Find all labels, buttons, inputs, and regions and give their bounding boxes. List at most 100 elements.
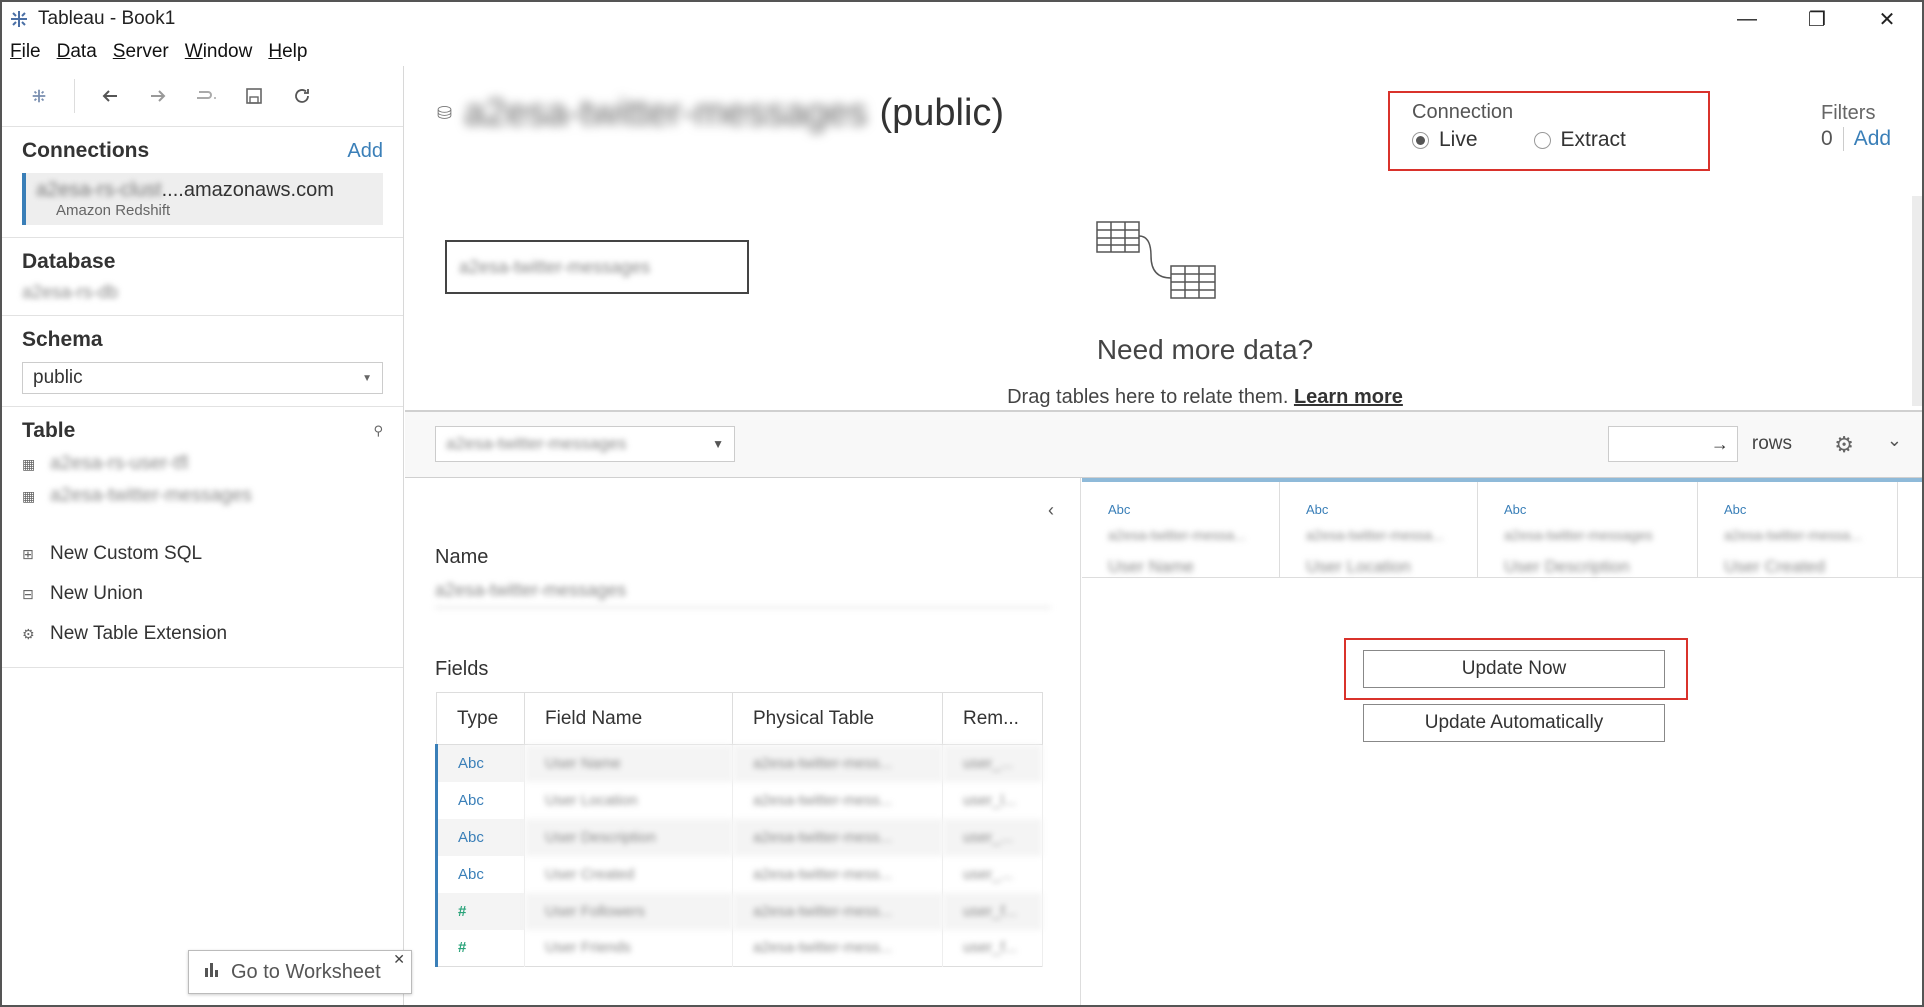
forward-arrow-icon[interactable] xyxy=(145,83,171,109)
table-heading: Table xyxy=(22,419,76,442)
extract-radio[interactable]: Extract xyxy=(1533,128,1626,152)
back-arrow-icon[interactable] xyxy=(97,83,123,109)
tableau-home-icon[interactable] xyxy=(26,83,52,109)
string-type-icon[interactable]: Abc xyxy=(1108,502,1279,517)
search-icon[interactable]: ⚲ xyxy=(373,423,383,439)
go-to-worksheet-tooltip[interactable]: Go to Worksheet ✕ xyxy=(188,950,412,994)
menu-window[interactable]: Window xyxy=(185,41,253,63)
connection-type-group: Connection Live Extract xyxy=(1388,91,1710,171)
number-type-icon[interactable]: # xyxy=(435,929,525,967)
table-dropdown[interactable]: a2esa-twitter-messages ▼ xyxy=(435,426,735,462)
string-type-icon[interactable]: Abc xyxy=(435,855,525,893)
column-source: a2esa-twitter-messa... xyxy=(1724,527,1862,543)
need-more-data-heading: Need more data? xyxy=(1096,334,1314,365)
table-row[interactable]: Abc User Name a2esa-twitter-mess... user… xyxy=(435,744,1043,782)
schema-section: Schema public ▼ xyxy=(2,315,403,406)
grid-toolbar: a2esa-twitter-messages ▼ → rows ⚙ ⌄ xyxy=(405,410,1922,478)
gear-icon[interactable]: ⚙ xyxy=(1834,432,1854,458)
canvas-table-name: a2esa-twitter-messages xyxy=(459,256,651,277)
refresh-icon[interactable] xyxy=(289,83,315,109)
table-row[interactable]: # User Followers a2esa-twitter-mess... u… xyxy=(435,892,1043,930)
column-header-field-name[interactable]: Field Name xyxy=(524,692,733,745)
data-grid: Abc a2esa-twitter-messa... User Name Abc… xyxy=(1082,478,1922,1005)
redo-icon[interactable] xyxy=(193,83,219,109)
schema-dropdown[interactable]: public ▼ xyxy=(22,362,383,394)
update-now-button[interactable]: Update Now xyxy=(1363,650,1665,688)
string-type-icon[interactable]: Abc xyxy=(1306,502,1477,517)
table-list-item[interactable]: ▦ a2esa-rs-user-tfl xyxy=(22,453,383,475)
schema-value: public xyxy=(33,367,83,388)
name-field[interactable]: a2esa-twitter-messages xyxy=(435,576,1051,608)
new-union-item[interactable]: ⊟ New Union xyxy=(22,583,383,605)
update-automatically-button[interactable]: Update Automatically xyxy=(1363,704,1665,742)
menu-file[interactable]: File xyxy=(10,41,41,63)
new-table-extension-item[interactable]: ⚙ New Table Extension xyxy=(22,623,383,645)
remote-name: user_f... xyxy=(942,929,1043,967)
number-type-icon[interactable]: # xyxy=(435,892,525,930)
table-row[interactable]: Abc User Created a2esa-twitter-mess... u… xyxy=(435,855,1043,893)
column-source: a2esa-twitter-messa... xyxy=(1306,527,1444,543)
table-row[interactable]: Abc User Description a2esa-twitter-mess.… xyxy=(435,818,1043,856)
union-icon: ⊟ xyxy=(22,585,34,602)
learn-more-link[interactable]: Learn more xyxy=(1294,386,1403,408)
grid-column[interactable]: Abc a2esa-twitter-messa... User Location xyxy=(1280,482,1478,577)
physical-table: a2esa-twitter-mess... xyxy=(732,892,943,930)
string-type-icon[interactable]: Abc xyxy=(435,744,525,782)
database-value[interactable]: a2esa-rs-db xyxy=(22,282,383,303)
close-button[interactable]: ✕ xyxy=(1852,2,1922,36)
string-type-icon[interactable]: Abc xyxy=(1504,502,1697,517)
column-header-remote[interactable]: Rem... xyxy=(942,692,1043,745)
string-type-icon[interactable]: Abc xyxy=(435,781,525,819)
string-type-icon[interactable]: Abc xyxy=(435,818,525,856)
restore-button[interactable]: ❐ xyxy=(1782,2,1852,36)
new-union-label: New Union xyxy=(50,583,143,604)
live-label: Live xyxy=(1439,128,1478,151)
drag-tables-hint: Drag tables here to relate them. Learn m… xyxy=(705,386,1705,409)
canvas-table-tile[interactable]: a2esa-twitter-messages xyxy=(445,240,749,294)
new-custom-sql-item[interactable]: ⊞ New Custom SQL xyxy=(22,543,383,565)
minimize-button[interactable]: — xyxy=(1712,2,1782,36)
field-name: User Followers xyxy=(524,892,733,930)
table-row[interactable]: Abc User Location a2esa-twitter-mess... … xyxy=(435,781,1043,819)
column-source: a2esa-twitter-messages xyxy=(1504,527,1653,543)
table-name: a2esa-twitter-messages xyxy=(50,485,252,506)
string-type-icon[interactable]: Abc xyxy=(1724,502,1897,517)
live-radio[interactable]: Live xyxy=(1412,128,1478,152)
save-icon[interactable] xyxy=(241,83,267,109)
collapse-panel-icon[interactable]: ‹ xyxy=(1048,500,1054,521)
connection-type: Amazon Redshift xyxy=(56,202,171,219)
extract-label: Extract xyxy=(1560,128,1626,151)
add-filter-link[interactable]: Add xyxy=(1844,127,1891,151)
physical-table: a2esa-twitter-mess... xyxy=(732,744,943,782)
connection-item[interactable]: a2esa-rs-clust....amazonaws.com Amazon R… xyxy=(22,173,383,225)
table-extension-icon: ⚙ xyxy=(22,625,35,642)
table-dropdown-value: a2esa-twitter-messages xyxy=(446,434,627,453)
menu-data[interactable]: Data xyxy=(57,41,97,63)
database-icon: ⛁ xyxy=(437,103,453,123)
connections-heading: Connections xyxy=(22,139,150,162)
table-list-item[interactable]: ▦ a2esa-twitter-messages xyxy=(22,485,383,507)
chevron-down-icon[interactable]: ⌄ xyxy=(1887,430,1902,451)
column-name: User Description xyxy=(1504,557,1630,576)
close-icon[interactable]: ✕ xyxy=(393,951,405,968)
column-name: User Name xyxy=(1108,557,1194,576)
table-row[interactable]: # User Friends a2esa-twitter-mess... use… xyxy=(435,929,1043,967)
canvas-scrollbar[interactable] xyxy=(1912,196,1922,406)
column-header-type[interactable]: Type xyxy=(436,692,525,745)
arrow-right-icon[interactable]: → xyxy=(1711,434,1729,455)
rows-input[interactable]: → xyxy=(1607,426,1738,462)
grid-column[interactable]: Abc a2esa-twitter-messa... User Name xyxy=(1082,482,1280,577)
column-header-physical-table[interactable]: Physical Table xyxy=(732,692,943,745)
grid-column[interactable]: Abc a2esa-twitter-messa... User Created xyxy=(1698,482,1898,577)
physical-table: a2esa-twitter-mess... xyxy=(732,855,943,893)
physical-table: a2esa-twitter-mess... xyxy=(732,818,943,856)
menu-help[interactable]: Help xyxy=(268,41,307,63)
field-name: User Name xyxy=(524,744,733,782)
table-section: Table ⚲ ▦ a2esa-rs-user-tfl ▦ a2esa-twit… xyxy=(2,406,403,668)
chevron-down-icon: ▼ xyxy=(712,437,724,451)
data-source-title[interactable]: ⛁ a2esa-twitter-messages (public) xyxy=(437,92,1004,135)
add-connection-link[interactable]: Add xyxy=(347,140,383,163)
menu-server[interactable]: Server xyxy=(113,41,169,63)
drag-hint-text: Drag tables here to relate them. xyxy=(1007,386,1289,408)
grid-column[interactable]: Abc a2esa-twitter-messages User Descript… xyxy=(1478,482,1698,577)
